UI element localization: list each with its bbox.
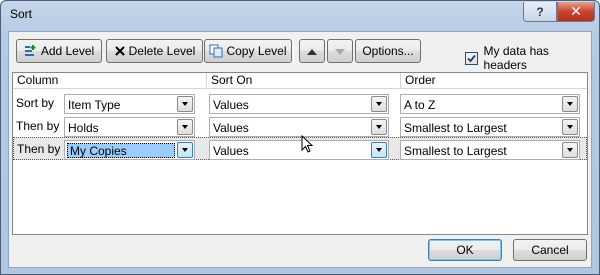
- help-button[interactable]: ?: [523, 2, 557, 22]
- column-header: Column: [13, 73, 207, 89]
- options-button[interactable]: Options...: [355, 39, 421, 63]
- sort-on-value: Values: [213, 144, 249, 158]
- cancel-button[interactable]: Cancel: [513, 239, 587, 261]
- delete-x-icon: [114, 45, 126, 57]
- dropdown-arrow-icon[interactable]: [562, 142, 578, 158]
- order-select[interactable]: Smallest to Largest: [400, 117, 580, 137]
- delete-level-label: Delete Level: [128, 44, 196, 58]
- dropdown-arrow-icon[interactable]: [177, 119, 193, 135]
- sort-dialog: Sort ? ✕ Add Level Delete Level Copy Lev…: [0, 0, 600, 275]
- copy-level-label: Copy Level: [226, 44, 287, 58]
- title-bar[interactable]: Sort ? ✕: [1, 1, 599, 31]
- column-select[interactable]: Item Type: [64, 94, 195, 114]
- sort-on-select[interactable]: Values: [209, 117, 389, 137]
- column-select[interactable]: My Copies: [64, 140, 195, 160]
- sort-on-header: Sort On: [207, 73, 401, 89]
- order-value: A to Z: [404, 98, 436, 112]
- close-button[interactable]: ✕: [557, 2, 595, 22]
- dropdown-arrow-icon[interactable]: [562, 96, 578, 112]
- move-down-button[interactable]: [327, 39, 353, 63]
- copy-level-button[interactable]: Copy Level: [204, 39, 292, 63]
- column-select[interactable]: Holds: [64, 117, 195, 137]
- add-level-button[interactable]: Add Level: [16, 39, 102, 63]
- dropdown-arrow-icon[interactable]: [562, 119, 578, 135]
- sort-on-select[interactable]: Values: [209, 140, 389, 160]
- row-label: Sort by: [16, 96, 55, 110]
- ok-button[interactable]: OK: [428, 239, 502, 261]
- sort-level-row-selected[interactable]: Then by My Copies Values Smallest to Lar…: [13, 137, 587, 160]
- column-value: Holds: [68, 121, 99, 135]
- order-value: Smallest to Largest: [404, 121, 507, 135]
- sort-on-select[interactable]: Values: [209, 94, 389, 114]
- move-down-icon: [335, 44, 345, 58]
- move-up-icon: [307, 44, 317, 58]
- checkbox-box[interactable]: [465, 51, 478, 65]
- sort-on-value: Values: [213, 98, 249, 112]
- copy-icon: [209, 44, 223, 58]
- dropdown-arrow-icon[interactable]: [371, 142, 387, 158]
- toolbar-separator: [293, 39, 294, 65]
- dropdown-arrow-icon[interactable]: [371, 119, 387, 135]
- mouse-cursor-icon: [301, 134, 314, 157]
- checkmark-icon: [467, 54, 476, 62]
- column-value: Item Type: [68, 98, 121, 112]
- add-level-label: Add Level: [40, 44, 95, 58]
- order-header: Order: [401, 73, 587, 89]
- sort-level-row[interactable]: Then by Holds Values Smallest to Largest: [13, 115, 587, 138]
- dialog-title: Sort: [10, 7, 33, 21]
- order-select[interactable]: A to Z: [400, 94, 580, 114]
- column-value: My Copies: [67, 143, 175, 158]
- sort-on-value: Values: [213, 121, 249, 135]
- order-value: Smallest to Largest: [404, 144, 507, 158]
- row-label: Then by: [17, 142, 61, 156]
- dropdown-arrow-icon[interactable]: [177, 96, 193, 112]
- dropdown-arrow-icon[interactable]: [177, 142, 193, 158]
- dropdown-arrow-icon[interactable]: [371, 96, 387, 112]
- move-up-button[interactable]: [299, 39, 325, 63]
- delete-level-button[interactable]: Delete Level: [106, 39, 203, 63]
- add-level-icon: [24, 44, 38, 58]
- dialog-body: Add Level Delete Level Copy Level Option…: [8, 31, 592, 268]
- headers-checkbox[interactable]: My data has headers: [465, 44, 591, 72]
- row-label: Then by: [16, 119, 60, 133]
- order-select[interactable]: Smallest to Largest: [400, 140, 580, 160]
- sort-levels-grid: Column Sort On Order Sort by Item Type V…: [12, 72, 588, 235]
- sort-level-row[interactable]: Sort by Item Type Values A to Z: [13, 92, 587, 115]
- headers-checkbox-label: My data has headers: [483, 44, 549, 72]
